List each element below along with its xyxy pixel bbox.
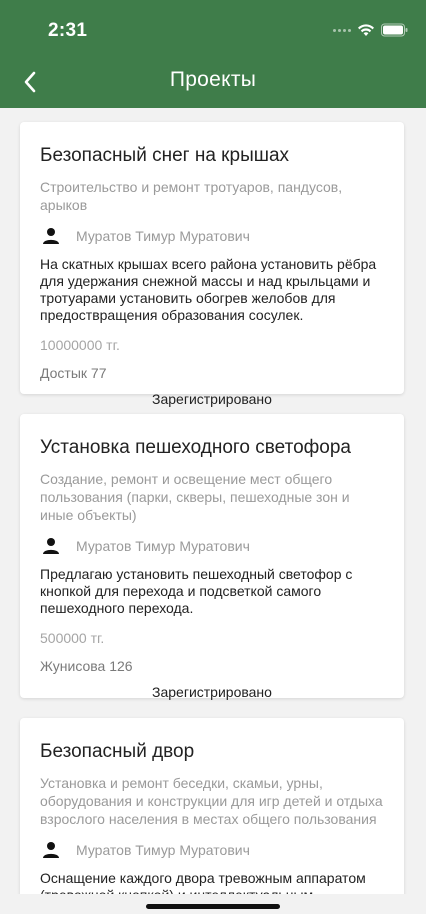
project-category: Создание, ремонт и освещение мест общего… bbox=[40, 471, 350, 523]
author-row: Муратов Тимур Муратович bbox=[40, 536, 384, 556]
project-category: Установка и ремонт беседки, скамьи, урны… bbox=[40, 775, 383, 827]
project-card[interactable]: Установка пешеходного светофора Создание… bbox=[20, 414, 404, 700]
status-badge: Зарегистрировано bbox=[152, 684, 272, 700]
status-bar: 2:31 bbox=[0, 0, 426, 58]
nav-bar: Проекты bbox=[0, 58, 426, 108]
person-icon bbox=[42, 840, 62, 860]
person-icon bbox=[42, 226, 62, 246]
home-indicator[interactable] bbox=[146, 904, 280, 909]
author-row: Муратов Тимур Муратович bbox=[40, 840, 384, 860]
project-card[interactable]: Безопасный снег на крышах Строительство … bbox=[20, 122, 404, 407]
project-description: На скатных крышах всего района установит… bbox=[40, 256, 377, 323]
project-title: Установка пешеходного светофора bbox=[40, 437, 351, 458]
wifi-icon bbox=[358, 24, 374, 36]
header: 2:31 Проекты bbox=[0, 0, 426, 108]
project-title: Безопасный снег на крышах bbox=[40, 145, 290, 166]
project-list[interactable]: Безопасный снег на крышах Строительство … bbox=[0, 108, 426, 894]
page-title: Проекты bbox=[169, 68, 257, 91]
status-icons bbox=[333, 22, 408, 38]
project-budget: 500000 тг. bbox=[40, 630, 105, 646]
project-title: Безопасный двор bbox=[40, 741, 195, 762]
author-name: Муратов Тимур Муратович bbox=[76, 842, 250, 858]
project-description: Оснащение каждого двора тревожным аппара… bbox=[40, 870, 366, 894]
project-description: Предлагаю установить пешеходный светофор… bbox=[40, 566, 353, 616]
status-badge: Зарегистрировано bbox=[152, 391, 272, 407]
status-time: 2:31 bbox=[48, 20, 88, 41]
person-icon bbox=[42, 536, 62, 556]
signal-icon bbox=[333, 28, 351, 32]
author-name: Муратов Тимур Муратович bbox=[76, 538, 250, 554]
project-address: Достык 77 bbox=[40, 365, 107, 381]
author-name: Муратов Тимур Муратович bbox=[76, 228, 250, 244]
project-card[interactable]: Безопасный двор Установка и ремонт бесед… bbox=[20, 718, 404, 894]
author-row: Муратов Тимур Муратович bbox=[40, 226, 384, 246]
battery-icon bbox=[381, 23, 408, 37]
project-category: Строительство и ремонт тротуаров, пандус… bbox=[40, 179, 343, 213]
project-budget: 10000000 тг. bbox=[40, 337, 120, 353]
project-address: Жунисова 126 bbox=[40, 658, 133, 674]
